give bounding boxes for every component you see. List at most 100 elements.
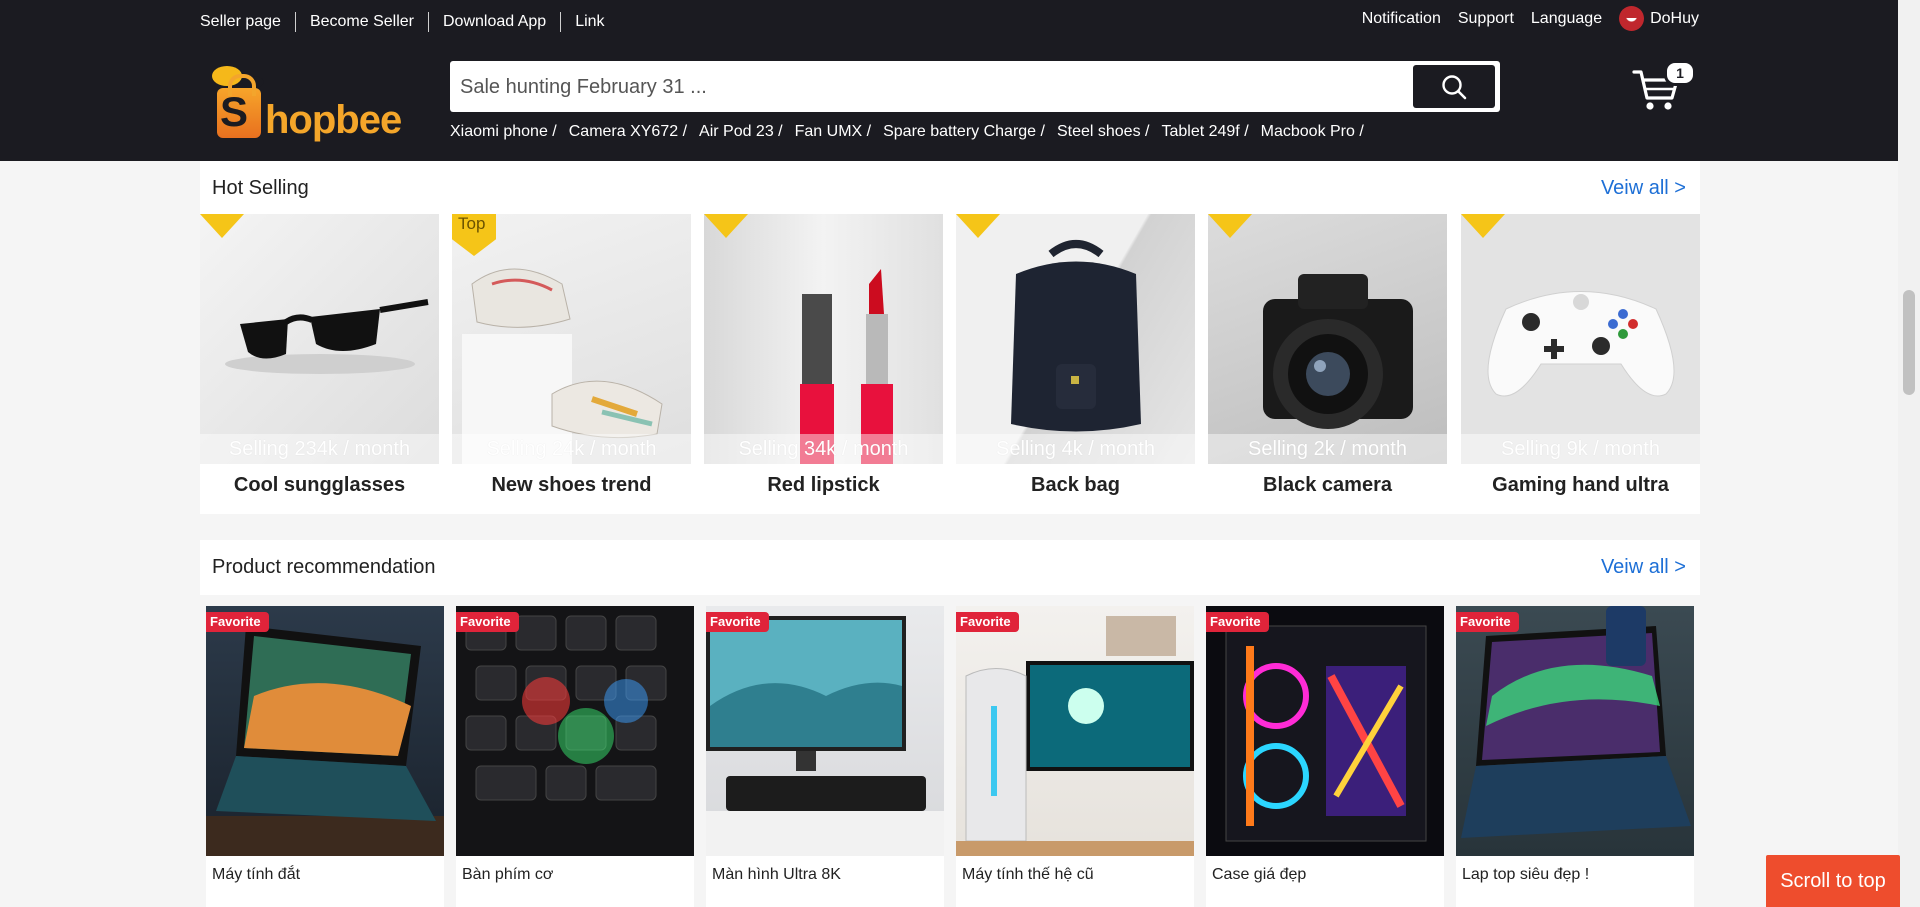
logo-initial: S (220, 88, 249, 135)
support-link[interactable]: Support (1458, 8, 1514, 30)
search-bar (450, 61, 1500, 112)
quick-link[interactable]: Spare battery Charge / (883, 123, 1045, 141)
user-menu[interactable]: DoHuy (1619, 6, 1699, 31)
product-name: Red lipstick (767, 474, 880, 496)
section-title: Hot Selling (212, 177, 309, 199)
selling-rate: Selling 9k / month (1461, 434, 1700, 464)
selling-rate: Selling 24k / month (452, 434, 691, 464)
quick-link[interactable]: Xiaomi phone / (450, 123, 557, 141)
product-name: Lap top siêu đẹp ! (1462, 866, 1590, 883)
selling-rate: Selling 2k / month (1208, 434, 1447, 464)
camera-image (1263, 274, 1413, 429)
recommended-product[interactable]: Favorite Case giá đẹp (1206, 606, 1444, 907)
section-title: Product recommendation (212, 556, 436, 578)
scrollbar-thumb[interactable] (1903, 290, 1915, 395)
hot-item[interactable]: Top Selling 24k / month New shoes trend (452, 214, 691, 514)
quick-link[interactable]: Air Pod 23 / (699, 123, 783, 141)
selling-rate: Selling 234k / month (200, 434, 439, 464)
product-name: Black camera (1263, 474, 1392, 496)
recommended-product[interactable]: Favorite Màn hình Ultra 8K (706, 606, 944, 907)
topbar-left-links: Seller page Become Seller Download App L… (200, 12, 619, 32)
shopbee-logo[interactable]: S hopbee (207, 60, 407, 150)
product-name: Máy tính đắt (212, 866, 301, 883)
product-name: Back bag (1031, 474, 1120, 496)
page-scrollbar[interactable] (1898, 0, 1920, 907)
scroll-to-top-button[interactable]: Scroll to top (1766, 855, 1900, 907)
recommended-product[interactable]: Favorite Máy tính thế hệ cũ (956, 606, 1194, 907)
product-name: Bàn phím cơ (462, 866, 554, 883)
cart-count-badge: 1 (1664, 60, 1696, 86)
pc-case-image (1225, 625, 1427, 842)
hot-item[interactable]: Selling 234k / month Cool sungglasses (200, 214, 439, 514)
product-image: Favorite (456, 606, 694, 856)
view-all-link[interactable]: Veiw all > (1601, 177, 1686, 200)
search-button[interactable] (1413, 65, 1495, 108)
laptop-image (1461, 606, 1691, 838)
product-name: Màn hình Ultra 8K (712, 866, 841, 883)
download-app-link[interactable]: Download App (428, 12, 560, 32)
recommended-product[interactable]: Favorite Bàn phím cơ (456, 606, 694, 907)
favorite-badge: Favorite (956, 612, 1019, 632)
flag-label: Top (458, 214, 486, 233)
search-input[interactable] (460, 69, 1410, 105)
become-seller-link[interactable]: Become Seller (294, 12, 428, 32)
quick-link[interactable]: Steel shoes / (1057, 123, 1150, 141)
cart-button[interactable]: 1 (1632, 60, 1702, 110)
backpack-image (1011, 240, 1141, 432)
product-image: Favorite (1456, 606, 1694, 856)
product-name: Case giá đẹp (1212, 866, 1307, 883)
lipstick-image (800, 269, 893, 464)
site-header: Seller page Become Seller Download App L… (0, 0, 1898, 161)
recommended-product[interactable]: Favorite Máy tính đắt (206, 606, 444, 907)
controller-image (1487, 291, 1675, 397)
product-image: Selling 9k / month (1461, 214, 1700, 464)
favorite-badge: Favorite (206, 612, 269, 632)
search-icon (1442, 74, 1467, 99)
product-name: Gaming hand ultra (1492, 474, 1669, 496)
quick-link[interactable]: Fan UMX / (795, 123, 871, 141)
sunglasses-image (225, 299, 429, 374)
monitor-image (706, 616, 944, 856)
link-link[interactable]: Link (560, 12, 618, 32)
recommendation-header: Product recommendation Veiw all > (200, 540, 1700, 595)
selling-rate: Selling 34k / month (704, 434, 943, 464)
language-link[interactable]: Language (1531, 8, 1602, 30)
avatar (1619, 6, 1645, 31)
quick-link[interactable]: Macbook Pro / (1261, 123, 1364, 141)
product-image: Selling 34k / month (704, 214, 943, 464)
product-image: Selling 234k / month (200, 214, 439, 464)
product-image: Favorite (1206, 606, 1444, 856)
recommended-product[interactable]: Favorite Lap top siêu đẹp ! (1456, 606, 1694, 907)
notification-link[interactable]: Notification (1362, 8, 1441, 30)
hot-selling-header: Hot Selling Veiw all > (200, 161, 1700, 216)
hot-item[interactable]: Selling 4k / month Back bag (956, 214, 1195, 514)
favorite-badge: Favorite (1456, 612, 1519, 632)
product-name: Cool sungglasses (233, 474, 406, 496)
product-image: Favorite (206, 606, 444, 856)
product-image: Favorite (706, 606, 944, 856)
shoes-image (462, 268, 663, 464)
product-name: Máy tính thế hệ cũ (962, 866, 1094, 883)
laptop-image (206, 626, 444, 856)
keyboard-image (465, 615, 667, 801)
quick-link[interactable]: Tablet 249f / (1161, 123, 1248, 141)
topbar-right-links: Notification Support Language DoHuy (1362, 6, 1699, 31)
product-image: Favorite (956, 606, 1194, 856)
product-image: Selling 2k / month (1208, 214, 1447, 464)
quick-search-links: Xiaomi phone / Camera XY672 / Air Pod 23… (450, 123, 1376, 141)
hot-selling-grid: Selling 234k / month Cool sungglasses To… (200, 214, 1700, 514)
logo-text: hopbee (265, 98, 402, 142)
hot-item[interactable]: Selling 9k / month Gaming hand ultra (1461, 214, 1700, 514)
seller-page-link[interactable]: Seller page (200, 12, 295, 32)
username: DoHuy (1650, 9, 1699, 27)
view-all-link[interactable]: Veiw all > (1601, 556, 1686, 579)
favorite-badge: Favorite (1206, 612, 1269, 632)
hot-item[interactable]: Selling 2k / month Black camera (1208, 214, 1447, 514)
quick-link[interactable]: Camera XY672 / (569, 123, 687, 141)
product-image: Top Selling 24k / month (452, 214, 691, 464)
favorite-badge: Favorite (456, 612, 519, 632)
product-image: Selling 4k / month (956, 214, 1195, 464)
hot-item[interactable]: Selling 34k / month Red lipstick (704, 214, 943, 514)
desktop-pc-image (956, 616, 1194, 856)
favorite-badge: Favorite (706, 612, 769, 632)
